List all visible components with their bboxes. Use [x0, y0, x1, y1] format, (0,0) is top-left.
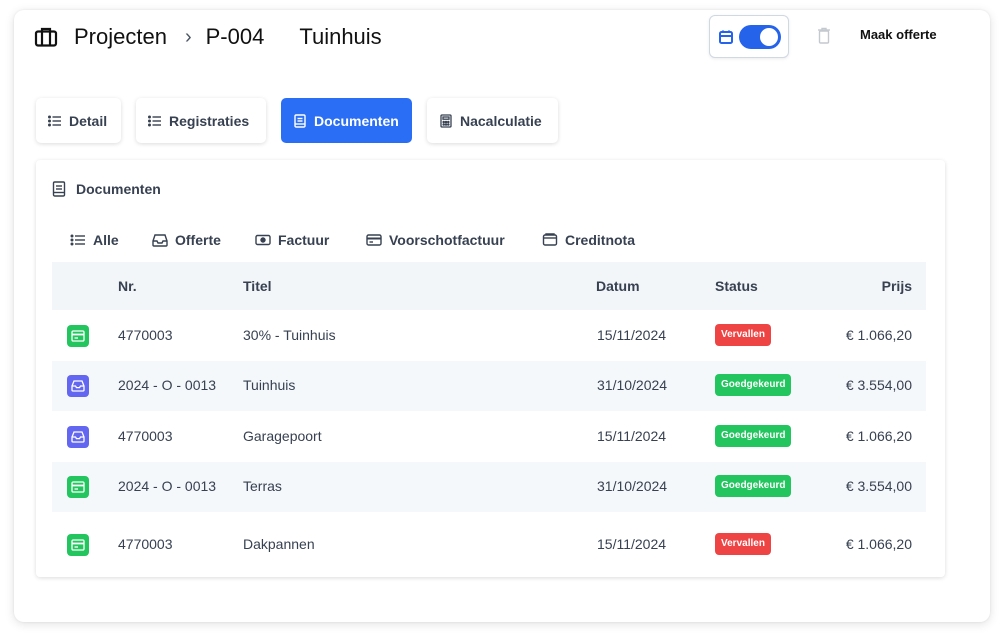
tab-nacalculatie[interactable]: Nacalculatie	[427, 98, 558, 143]
cell-prijs: € 1.066,20	[845, 428, 912, 444]
column-datum[interactable]: Datum	[596, 278, 640, 294]
cell-titel: Garagepoort	[243, 428, 322, 444]
project-number: P-004	[205, 24, 265, 49]
cell-titel: Dakpannen	[243, 536, 315, 552]
tab-detail[interactable]: Detail	[36, 98, 121, 143]
tab-label: Nacalculatie	[460, 112, 542, 129]
calendar-toggle[interactable]	[709, 15, 789, 58]
filter-label: Voorschotfactuur	[389, 232, 505, 248]
tab-registraties[interactable]: Registraties	[136, 98, 266, 143]
filter-label: Creditnota	[565, 232, 635, 248]
document-icon	[294, 113, 306, 128]
documents-panel: Documenten Alle Offerte Factuur Voorscho…	[36, 160, 945, 577]
invoice-icon	[67, 534, 89, 556]
calculator-icon	[440, 113, 452, 128]
card-icon	[366, 234, 382, 246]
cell-titel: Tuinhuis	[243, 377, 296, 393]
cell-datum: 15/11/2024	[597, 327, 667, 343]
chevron-right-icon: ›	[184, 25, 192, 48]
cell-prijs: € 3.554,00	[845, 377, 912, 393]
document-icon	[52, 181, 66, 197]
list-icon	[148, 115, 161, 126]
filter-alle[interactable]: Alle	[70, 232, 119, 248]
list-icon	[48, 115, 61, 126]
list-icon	[70, 234, 85, 246]
cell-prijs: € 3.554,00	[845, 478, 912, 494]
trash-icon[interactable]	[817, 27, 831, 44]
tab-label: Documenten	[314, 112, 399, 129]
breadcrumb-projects[interactable]: Projecten	[74, 24, 167, 50]
cell-nr: 4770003	[118, 327, 173, 343]
quote-icon	[67, 375, 89, 397]
filter-label: Factuur	[278, 232, 330, 248]
cell-titel: 30% - Tuinhuis	[243, 327, 336, 343]
cell-nr: 4770003	[118, 428, 173, 444]
table-row[interactable]: 4770003 Garagepoort 15/11/2024 Goedgekeu…	[52, 412, 926, 462]
wallet-icon	[542, 233, 558, 246]
inbox-icon	[152, 234, 168, 247]
calendar-icon	[719, 30, 733, 44]
filter-offerte[interactable]: Offerte	[152, 232, 221, 248]
status-badge: Goedgekeurd	[715, 475, 792, 497]
cell-nr: 4770003	[118, 536, 173, 552]
invoice-icon	[67, 325, 89, 347]
make-quote-button[interactable]: Maak offerte	[860, 27, 937, 42]
toggle-switch[interactable]	[739, 25, 781, 49]
money-icon	[255, 234, 271, 246]
table-row[interactable]: 2024 - O - 0013 Tuinhuis 31/10/2024 Goed…	[52, 361, 926, 411]
filter-label: Alle	[93, 232, 119, 248]
table-row[interactable]: 2024 - O - 0013 Terras 31/10/2024 Goedge…	[52, 462, 926, 512]
cell-titel: Terras	[243, 478, 282, 494]
column-prijs[interactable]: Prijs	[882, 278, 912, 294]
status-badge: Goedgekeurd	[715, 374, 792, 396]
table-row[interactable]: 4770003 Dakpannen 15/11/2024 Vervallen €…	[52, 520, 926, 570]
cell-datum: 15/11/2024	[597, 428, 667, 444]
invoice-icon	[67, 476, 89, 498]
quote-icon	[67, 426, 89, 448]
status-badge: Goedgekeurd	[715, 425, 792, 447]
cell-nr: 2024 - O - 0013	[118, 377, 217, 393]
filter-factuur[interactable]: Factuur	[255, 232, 329, 248]
filter-voorschotfactuur[interactable]: Voorschotfactuur	[366, 232, 505, 248]
cell-nr: 2024 - O - 0013	[118, 478, 217, 494]
table-row[interactable]: 4770003 30% - Tuinhuis 15/11/2024 Verval…	[52, 311, 926, 361]
page-header: Projecten › P-004 Tuinhuis	[34, 22, 382, 52]
tab-label: Detail	[69, 112, 108, 129]
status-badge: Vervallen	[715, 324, 771, 346]
column-status[interactable]: Status	[715, 278, 758, 294]
cell-prijs: € 1.066,20	[845, 536, 912, 552]
cell-datum: 31/10/2024	[597, 478, 668, 494]
filter-creditnota[interactable]: Creditnota	[542, 232, 635, 248]
briefcase-icon	[34, 27, 58, 47]
cell-prijs: € 1.066,20	[845, 327, 912, 343]
documents-heading: Documenten	[52, 181, 161, 197]
column-titel[interactable]: Titel	[243, 278, 272, 294]
table-header: Nr. Titel Datum Status Prijs	[52, 262, 926, 310]
tab-label: Registraties	[169, 112, 250, 129]
documents-title: Documenten	[76, 181, 161, 197]
toggle-knob	[760, 28, 778, 46]
cell-datum: 15/11/2024	[597, 536, 667, 552]
cell-datum: 31/10/2024	[597, 377, 668, 393]
status-badge: Vervallen	[715, 533, 771, 555]
project-title: Tuinhuis	[299, 24, 382, 49]
column-nr[interactable]: Nr.	[118, 278, 137, 294]
filter-label: Offerte	[175, 232, 221, 248]
tab-documenten[interactable]: Documenten	[281, 98, 412, 143]
